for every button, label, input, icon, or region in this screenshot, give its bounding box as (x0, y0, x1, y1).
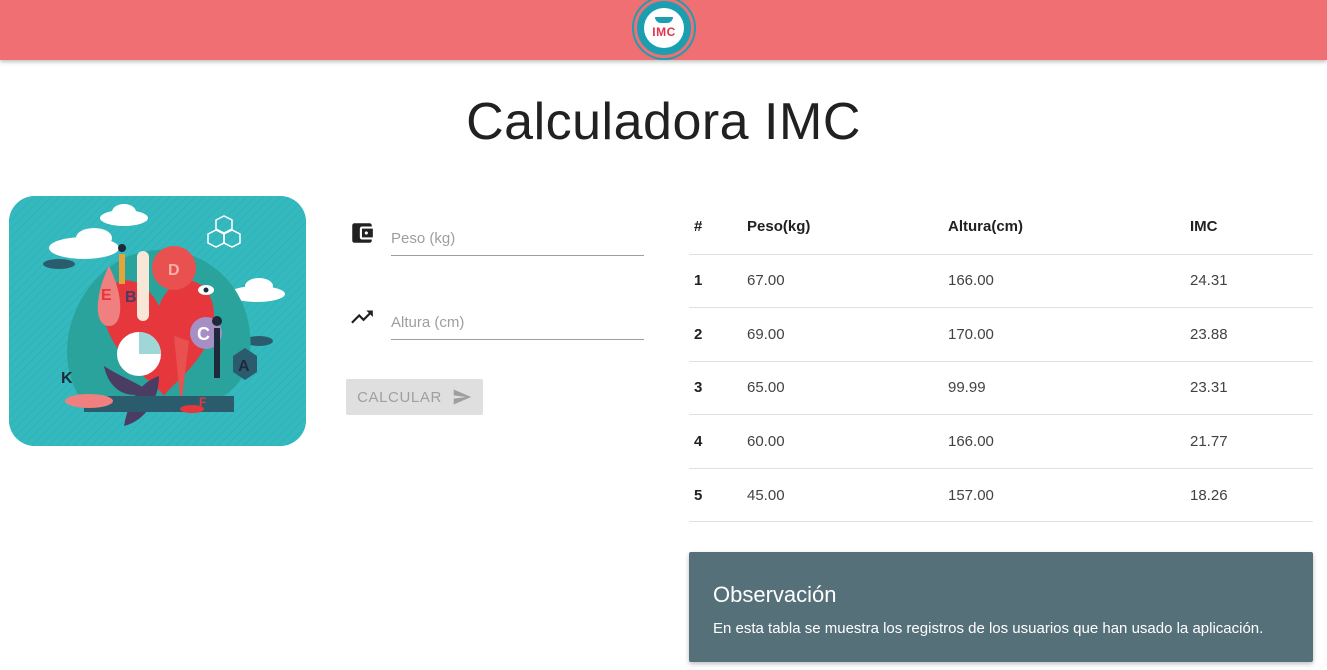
row-index: 1 (689, 254, 747, 309)
row-weight: 45.00 (747, 468, 948, 523)
table-header-row: # Peso(kg) Altura(cm) IMC (689, 200, 1313, 255)
column-header-height: Altura(cm) (948, 200, 1190, 255)
row-height: 170.00 (948, 307, 1190, 362)
row-bmi: 24.31 (1190, 254, 1313, 309)
wallet-icon (352, 223, 373, 243)
table-row: 3 65.00 99.99 23.31 (689, 361, 1313, 416)
logo-badge: IMC (644, 8, 684, 48)
observation-text: En esta tabla se muestra los registros d… (713, 620, 1264, 637)
row-height: 166.00 (948, 254, 1190, 309)
letter-a: A (238, 358, 250, 375)
row-index: 4 (689, 414, 747, 469)
records-table: # Peso(kg) Altura(cm) IMC 1 67.00 166.00… (689, 200, 1313, 523)
logo-text: IMC (652, 25, 676, 39)
letter-f: F (199, 395, 206, 409)
row-weight: 60.00 (747, 414, 948, 469)
column-header-weight: Peso(kg) (747, 200, 948, 255)
row-weight: 65.00 (747, 361, 948, 416)
weight-field (346, 198, 644, 258)
row-bmi: 18.26 (1190, 468, 1313, 523)
vitamins-illustration-icon: E B D C K A F (9, 196, 306, 446)
row-bmi: 23.31 (1190, 361, 1313, 416)
letter-c: C (197, 324, 210, 344)
row-height: 99.99 (948, 361, 1190, 416)
row-height: 157.00 (948, 468, 1190, 523)
column-header-bmi: IMC (1190, 200, 1313, 255)
table-row: 2 69.00 170.00 23.88 (689, 307, 1313, 362)
observation-title: Observación (713, 582, 837, 607)
calculate-button-label: CALCULAR (357, 388, 442, 406)
observation-card: Observación En esta tabla se muestra los… (689, 552, 1313, 662)
top-app-bar: IMC (0, 0, 1327, 60)
weight-input[interactable] (391, 222, 644, 256)
app-logo[interactable]: IMC (634, 0, 694, 58)
column-header-index: # (689, 200, 747, 255)
row-bmi: 23.88 (1190, 307, 1313, 362)
row-weight: 69.00 (747, 307, 948, 362)
letter-b: B (125, 289, 137, 306)
row-index: 5 (689, 468, 747, 523)
row-bmi: 21.77 (1190, 414, 1313, 469)
letter-e: E (101, 287, 112, 304)
scale-icon (655, 17, 673, 23)
letter-d: D (168, 262, 180, 279)
page-title: Calculadora IMC (466, 93, 861, 151)
row-index: 2 (689, 307, 747, 362)
row-index: 3 (689, 361, 747, 416)
table-row: 5 45.00 157.00 18.26 (689, 468, 1313, 523)
row-weight: 67.00 (747, 254, 948, 309)
send-icon (453, 389, 472, 405)
nutrition-illustration: E B D C K A F (9, 196, 306, 446)
height-field (346, 282, 644, 342)
height-input[interactable] (391, 306, 644, 340)
table-row: 1 67.00 166.00 24.31 (689, 254, 1313, 309)
table-row: 4 60.00 166.00 21.77 (689, 414, 1313, 469)
trending-up-icon (351, 310, 373, 324)
letter-k: K (61, 370, 73, 387)
calculate-button[interactable]: CALCULAR (346, 379, 483, 415)
row-height: 166.00 (948, 414, 1190, 469)
